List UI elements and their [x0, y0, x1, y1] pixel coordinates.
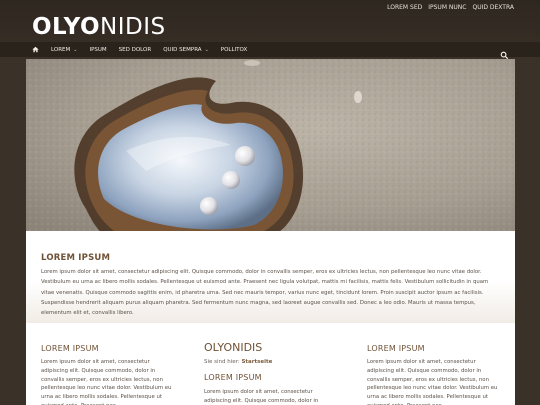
search-icon[interactable] [500, 45, 510, 60]
nav-item-pollitox[interactable]: POLLITOX [215, 42, 254, 57]
chevron-down-icon: ⌄ [73, 46, 78, 53]
site-header: OLYONIDIS LOREM SED IPSUM NUNC QUID DEXT… [0, 0, 540, 42]
middle-column-title: LOREM IPSUM [204, 373, 262, 382]
intro-title: LOREM IPSUM [41, 253, 111, 263]
main-navigation: LOREM ⌄ IPSUM SED DOLOR QUID SEMPRA ⌄ POLL… [0, 42, 540, 60]
top-link-ipsum-nunc[interactable]: IPSUM NUNC [428, 3, 466, 12]
site-logo[interactable]: OLYONIDIS [32, 13, 166, 41]
right-column-title: LOREM IPSUM [367, 344, 425, 353]
intro-panel: LOREM IPSUM Lorem ipsum dolor sit amet, … [26, 231, 515, 323]
right-column-text: Lorem ipsum dolor sit amet, consectetur … [367, 359, 498, 405]
left-column-text: Lorem ipsum dolor sit amet, consectetur … [41, 359, 172, 405]
top-links: LOREM SED IPSUM NUNC QUID DEXTRA [387, 3, 514, 12]
nav-item-label: LOREM [51, 46, 71, 53]
nav-item-label: QUID SEMPRA [163, 46, 202, 53]
nav-item-ipsum[interactable]: IPSUM [83, 42, 112, 57]
logo-bold-part: OLYO [32, 14, 101, 40]
top-link-quid-dextra[interactable]: QUID DEXTRA [472, 3, 514, 12]
chevron-down-icon: ⌄ [204, 46, 209, 53]
nav-item-label: IPSUM [89, 46, 107, 53]
top-link-lorem-sed[interactable]: LOREM SED [387, 3, 422, 12]
middle-column-text: Lorem ipsum dolor sit amet, consectetur … [204, 389, 319, 404]
nav-item-sed-dolor[interactable]: SED DOLOR [113, 42, 158, 57]
page-title: OLYONIDIS [204, 341, 263, 354]
breadcrumb: Sie sind hier: Startseite [204, 359, 272, 365]
hero-image [26, 59, 515, 231]
nav-item-lorem[interactable]: LOREM ⌄ [45, 42, 83, 57]
content-columns: LOREM IPSUM Lorem ipsum dolor sit amet, … [26, 323, 515, 405]
nav-item-label: SED DOLOR [118, 46, 152, 53]
home-icon[interactable] [30, 42, 45, 57]
left-column-title: LOREM IPSUM [41, 344, 99, 353]
nav-item-label: POLLITOX [220, 46, 248, 53]
intro-text: Lorem ipsum dolor sit amet, consectetur … [41, 269, 489, 317]
nav-item-quid-sempra[interactable]: QUID SEMPRA ⌄ [157, 42, 215, 57]
breadcrumb-prefix: Sie sind hier: [204, 359, 240, 365]
breadcrumb-link-startseite[interactable]: Startseite [241, 359, 272, 365]
logo-light-part: NIDIS [100, 14, 166, 40]
